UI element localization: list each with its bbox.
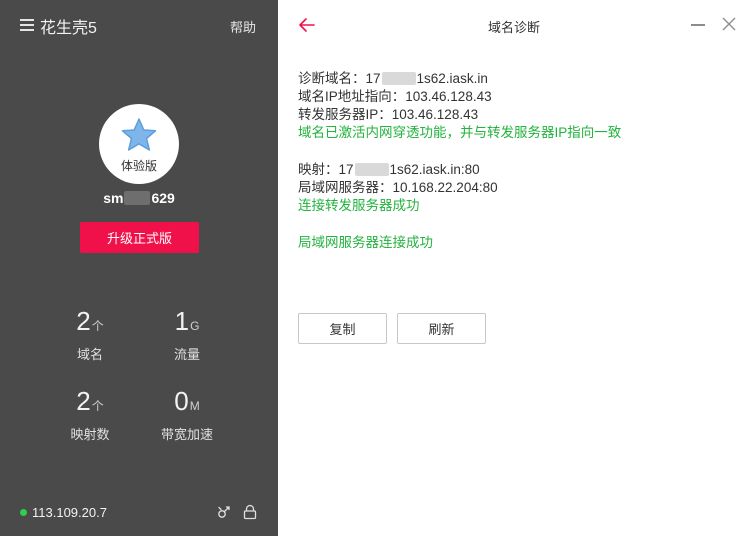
stat-value: 2 bbox=[76, 306, 91, 336]
copy-button[interactable]: 复制 bbox=[298, 313, 387, 344]
close-icon[interactable] bbox=[722, 17, 736, 31]
mapping: 映射：17 1s62.iask.in:80 bbox=[298, 161, 621, 179]
redaction-mask bbox=[124, 191, 151, 205]
refresh-button[interactable]: 刷新 bbox=[397, 313, 486, 344]
stat-unit: 个 bbox=[91, 319, 104, 333]
stat-value-row: 1G bbox=[142, 306, 232, 336]
stat-value: 0 bbox=[174, 386, 189, 416]
stat-value-row: 0M bbox=[142, 386, 232, 416]
text-suffix: 1s62.iask.in bbox=[416, 71, 488, 86]
username: sm 629 bbox=[0, 190, 278, 206]
stat-label: 映射数 bbox=[70, 427, 110, 442]
forward-connect-status: 连接转发服务器成功 bbox=[298, 198, 420, 213]
avatar[interactable]: 体验版 bbox=[99, 104, 179, 184]
domain-ip: 域名IP地址指向：103.46.128.43 bbox=[298, 89, 492, 104]
diagnosis-panel: 域名诊断 诊断域名：17 1s62.iask.in 域名IP地址指向：103.46… bbox=[278, 0, 750, 536]
stat-unit: M bbox=[189, 399, 200, 413]
stat-unit: 个 bbox=[91, 399, 104, 413]
diagnosed-domain: 诊断域名：17 1s62.iask.in bbox=[298, 70, 621, 88]
stat-domains: 2个 域名 bbox=[45, 306, 135, 363]
stat-value-row: 2个 bbox=[45, 386, 135, 416]
text-prefix: 映射：17 bbox=[298, 162, 354, 177]
ip-status: 113.109.20.7 bbox=[20, 505, 107, 520]
online-status-icon bbox=[20, 509, 27, 516]
redaction-mask bbox=[381, 72, 416, 85]
lock-icon[interactable] bbox=[243, 504, 257, 520]
page-title: 域名诊断 bbox=[487, 20, 540, 35]
stat-traffic: 1G 流量 bbox=[142, 306, 232, 363]
stat-label: 域名 bbox=[76, 347, 103, 362]
ip-address: 113.109.20.7 bbox=[32, 505, 107, 520]
diagnosis-output: 诊断域名：17 1s62.iask.in 域名IP地址指向：103.46.128.… bbox=[298, 70, 621, 252]
text-suffix: 1s62.iask.in:80 bbox=[389, 162, 480, 177]
sidebar: 花生壳5 帮助 体验版 sm 629 升级正式版 2个 域名 1G 流量 2个 映… bbox=[0, 0, 278, 536]
app-title: 花生壳5 bbox=[40, 20, 97, 37]
stat-value: 2 bbox=[76, 386, 91, 416]
lan-connect-status: 局域网服务器连接成功 bbox=[298, 235, 433, 250]
forward-server-ip: 转发服务器IP：103.46.128.43 bbox=[298, 107, 479, 122]
star-icon bbox=[121, 118, 157, 151]
menu-icon[interactable] bbox=[20, 19, 34, 31]
edition-label: 体验版 bbox=[120, 159, 157, 173]
redaction-mask bbox=[354, 163, 389, 176]
activation-status: 域名已激活内网穿透功能，并与转发服务器IP指向一致 bbox=[298, 125, 622, 140]
username-prefix: sm bbox=[103, 190, 124, 206]
stat-label: 流量 bbox=[173, 347, 200, 362]
stat-unit: G bbox=[190, 319, 200, 333]
lan-server: 局域网服务器：10.168.22.204:80 bbox=[298, 180, 498, 195]
minimize-icon[interactable] bbox=[691, 24, 705, 26]
upgrade-button[interactable]: 升级正式版 bbox=[80, 222, 199, 253]
stat-mappings: 2个 映射数 bbox=[45, 386, 135, 443]
username-suffix: 629 bbox=[151, 190, 175, 206]
stat-bandwidth: 0M 带宽加速 bbox=[142, 386, 232, 443]
stat-value: 1 bbox=[174, 306, 190, 336]
stat-value-row: 2个 bbox=[45, 306, 135, 336]
sidebar-header: 花生壳5 帮助 bbox=[0, 0, 278, 50]
stat-label: 带宽加速 bbox=[160, 427, 213, 442]
network-icon[interactable] bbox=[216, 504, 232, 520]
help-link[interactable]: 帮助 bbox=[230, 17, 256, 36]
text-prefix: 诊断域名：17 bbox=[298, 71, 381, 86]
